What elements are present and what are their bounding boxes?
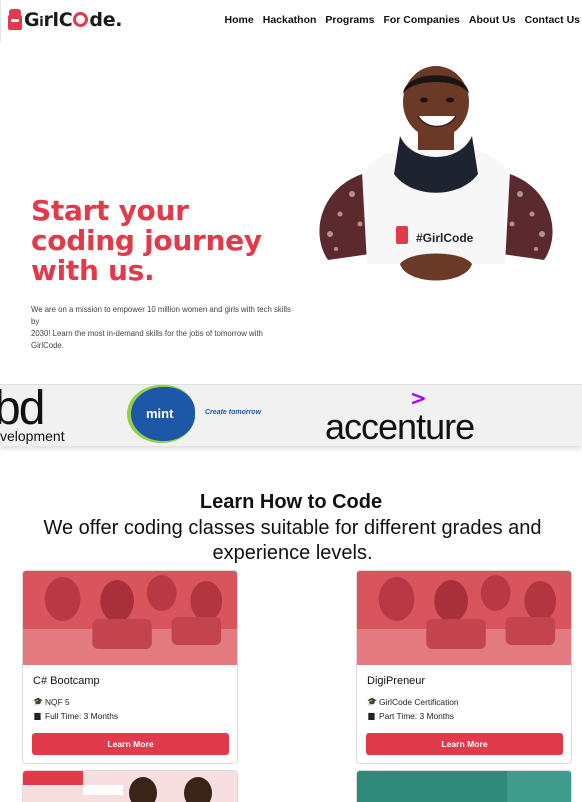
course-card-partial[interactable] bbox=[356, 770, 572, 802]
graduation-cap-icon: 🎓 bbox=[33, 697, 43, 706]
nav-hackathon-link[interactable]: Hackathon bbox=[263, 14, 317, 26]
course-qualification: 🎓 GirlCode Certification bbox=[367, 695, 563, 709]
course-card-body: DigiPreneur 🎓 GirlCode Certification ▆ Par… bbox=[367, 675, 563, 723]
logo-wordmark: GirlC de. bbox=[24, 9, 123, 31]
mint-partner-wordmark: mint bbox=[146, 406, 174, 421]
course-card: C# Bootcamp 🎓 NQF 5 ▆ Full Time: 3 Months … bbox=[22, 570, 238, 764]
girlcode-logo[interactable]: GirlC de. bbox=[8, 8, 123, 32]
course-duration-text: Part Time: 3 Months bbox=[379, 711, 454, 721]
course-name: DigiPreneur bbox=[367, 675, 426, 687]
section-subtitle: We offer coding classes suitable for dif… bbox=[43, 517, 542, 564]
nav-home-link[interactable]: Home bbox=[225, 14, 254, 26]
course-name: C# Bootcamp bbox=[33, 675, 100, 687]
learn-more-button[interactable]: Learn More bbox=[32, 733, 229, 755]
course-card-image bbox=[23, 571, 237, 665]
hero-description: We are on a mission to empower 10 millio… bbox=[31, 304, 293, 352]
course-card: DigiPreneur 🎓 GirlCode Certification ▆ Par… bbox=[356, 570, 572, 764]
hero-description-line-2: 2030! Learn the most in-demand skills fo… bbox=[31, 329, 263, 350]
accenture-partner-logo: accenture bbox=[325, 406, 475, 446]
course-qualification-text: NQF 5 bbox=[45, 697, 70, 707]
main-menu: Home Hackathon Programs For Companies Ab… bbox=[216, 14, 580, 26]
partners-logo-strip: bd velopment mint Create tomorrow > acce… bbox=[0, 384, 582, 446]
course-card-body: C# Bootcamp 🎓 NQF 5 ▆ Full Time: 3 Months bbox=[33, 675, 229, 723]
top-navbar: GirlC de. Home Hackathon Programs For Com… bbox=[0, 0, 582, 42]
hero-title: Start your coding journey with us. bbox=[31, 194, 262, 287]
calendar-icon: ▆ bbox=[34, 711, 41, 720]
course-qualification: 🎓 NQF 5 bbox=[33, 695, 229, 709]
nav-about-us-link[interactable]: About Us bbox=[469, 14, 516, 26]
course-duration-text: Full Time: 3 Months bbox=[45, 711, 119, 721]
hero-student-photo: #GirlCode bbox=[319, 66, 553, 281]
course-card-image bbox=[23, 771, 237, 802]
course-card-image bbox=[357, 571, 571, 665]
hero-description-line-1: We are on a mission to empower 10 millio… bbox=[31, 305, 291, 326]
course-duration: ▆ Full Time: 3 Months bbox=[33, 709, 229, 723]
course-card-partial[interactable] bbox=[22, 770, 238, 802]
learn-more-button[interactable]: Learn More bbox=[366, 733, 563, 755]
graduation-cap-icon: 🎓 bbox=[367, 697, 377, 706]
course-card-image bbox=[357, 771, 571, 802]
dbd-partner-subtext: velopment bbox=[0, 428, 65, 444]
calendar-icon: ▆ bbox=[368, 711, 375, 720]
nav-programs-link[interactable]: Programs bbox=[325, 14, 374, 26]
nav-contact-us-link[interactable]: Contact Us bbox=[525, 14, 580, 26]
gift-box-icon bbox=[8, 9, 22, 31]
nav-for-companies-link[interactable]: For Companies bbox=[383, 14, 459, 26]
mint-partner-tagline: Create tomorrow bbox=[205, 409, 262, 416]
hero-shirt-text: #GirlCode bbox=[416, 231, 474, 245]
section-title: Learn How to Code bbox=[199, 491, 383, 513]
course-duration: ▆ Part Time: 3 Months bbox=[367, 709, 563, 723]
course-qualification-text: GirlCode Certification bbox=[379, 697, 459, 707]
